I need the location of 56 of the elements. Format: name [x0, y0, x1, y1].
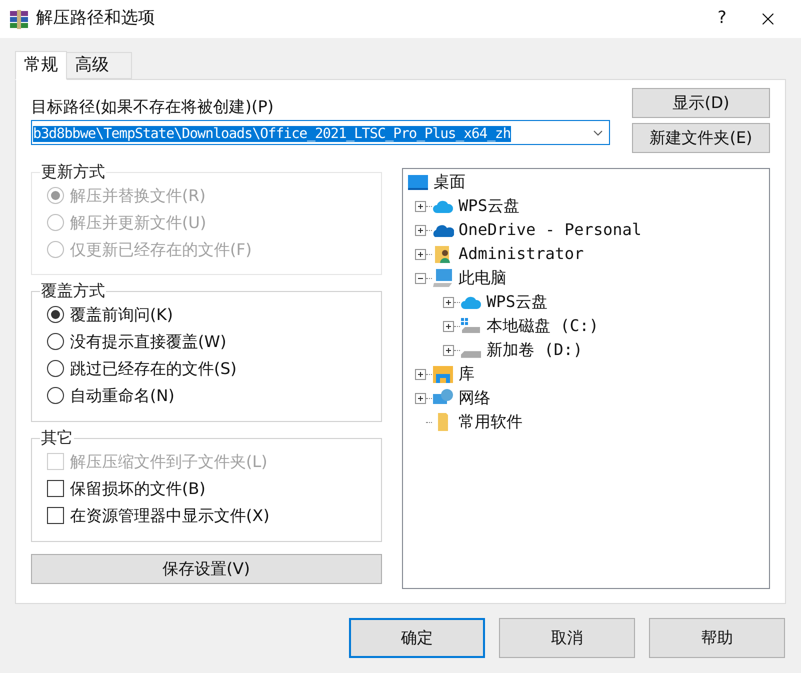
folder-icon — [438, 412, 448, 432]
dialog-button[interactable]: 确定 — [349, 618, 485, 658]
help-button[interactable]: ? — [699, 0, 745, 38]
tree-item[interactable]: 网络 — [458, 386, 491, 410]
radio-label[interactable]: 自动重命名(N) — [70, 384, 174, 408]
radio-label[interactable]: 覆盖前询问(K) — [70, 302, 173, 326]
radio-label[interactable]: 跳过已经存在的文件(S) — [70, 356, 237, 380]
expand-icon[interactable] — [414, 200, 426, 212]
drive-icon — [460, 316, 482, 336]
tab[interactable]: 高级 — [67, 52, 132, 79]
tree-item[interactable]: WPS云盘 — [458, 194, 520, 218]
dialog-button[interactable]: 取消 — [499, 618, 635, 658]
dropdown-icon — [593, 130, 603, 136]
radio-label[interactable]: 没有提示直接覆盖(W) — [70, 330, 226, 354]
archive-icon — [8, 8, 30, 30]
radio-button[interactable] — [47, 306, 64, 323]
group-title: 覆盖方式 — [40, 281, 106, 301]
tree-item[interactable]: 库 — [458, 362, 475, 386]
path-label: 目标路径(如果不存在将被创建)(P) — [31, 96, 275, 118]
tree-item[interactable]: OneDrive - Personal — [458, 218, 642, 242]
desktop-icon — [406, 172, 429, 192]
expand-icon[interactable] — [414, 392, 426, 404]
radio-button[interactable] — [47, 360, 64, 377]
checkbox-label[interactable]: 保留损坏的文件(B) — [70, 476, 206, 500]
collapse-icon[interactable] — [414, 272, 426, 284]
path-field[interactable]: b3d8bbwe\TempState\Downloads\Office_2021_LTSC_Pro_Plus_x64_zh — [31, 120, 610, 145]
computer-icon — [432, 268, 454, 288]
dialog-button[interactable]: 帮助 — [649, 618, 785, 658]
tree-item[interactable]: Administrator — [458, 242, 584, 266]
radio-button[interactable] — [47, 333, 64, 350]
tree-item[interactable]: 常用软件 — [458, 410, 523, 434]
group-title: 更新方式 — [40, 162, 106, 182]
expand-icon[interactable] — [442, 296, 454, 308]
window-title: 解压路径和选项 — [36, 7, 155, 30]
tree-item[interactable]: 本地磁盘 (C:) — [486, 314, 599, 338]
tree-item[interactable]: WPS云盘 — [486, 290, 548, 314]
radio-button[interactable] — [47, 387, 64, 404]
tree-item[interactable]: 桌面 — [434, 170, 466, 194]
checkbox-label[interactable]: 在资源管理器中显示文件(X) — [70, 504, 270, 528]
library-icon — [432, 364, 454, 384]
expand-icon[interactable] — [414, 368, 426, 380]
group-title: 其它 — [40, 428, 74, 448]
expand-icon[interactable] — [442, 344, 454, 356]
tree-item[interactable]: 新加卷 (D:) — [486, 338, 583, 362]
tree-item[interactable]: 此电脑 — [458, 266, 507, 290]
expand-icon[interactable] — [414, 248, 426, 260]
expand-icon[interactable] — [442, 320, 454, 332]
drive-icon — [460, 350, 481, 358]
side-button[interactable]: 新建文件夹(E) — [632, 123, 770, 153]
side-button[interactable]: 显示(D) — [632, 88, 770, 118]
checkbox[interactable] — [47, 480, 64, 497]
tab[interactable]: 常规 — [15, 51, 67, 80]
path-value: b3d8bbwe\TempState\Downloads\Office_2021_LTSC_Pro_Plus_x64_zh — [33, 126, 511, 142]
checkbox[interactable] — [47, 507, 64, 524]
expand-icon[interactable] — [414, 224, 426, 236]
save-settings-button[interactable]: 保存设置(V) — [31, 554, 382, 584]
